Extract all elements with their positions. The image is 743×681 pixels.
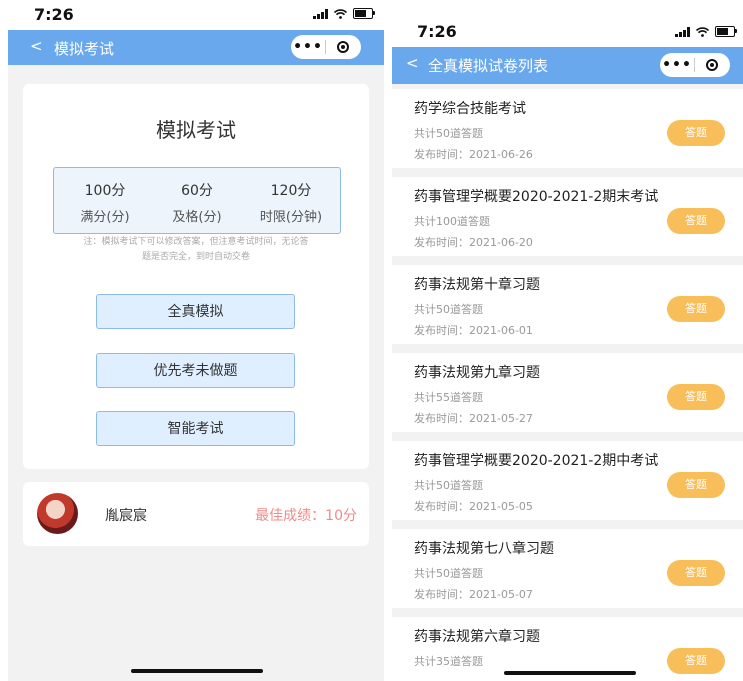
exam-item-count: 共计100道答题 [414, 215, 490, 228]
exam-note-line: 题是否完全，到时自动交卷 [141, 252, 250, 262]
exam-item-date: 发布时间：2021-05-27 [414, 412, 533, 425]
answer-button[interactable]: 答题 [667, 384, 725, 410]
battery-icon [715, 26, 737, 37]
left-screen: 7:26 < 模拟考试 ••• 模拟考试 100分 满分(分) 60分 及格(分… [8, 0, 384, 681]
wifi-icon [696, 26, 709, 37]
user-score-card: 胤宸宸 最佳成绩：10分 [23, 482, 369, 546]
exam-title: 模拟考试 [156, 118, 236, 142]
full-mock-button[interactable]: 全真模拟 [96, 294, 295, 329]
exam-item-count: 共计50道答题 [414, 127, 483, 140]
target-icon [706, 59, 718, 71]
exam-list-item[interactable]: 药学综合技能考试 共计50道答题 发布时间：2021-06-26 答题 [392, 89, 743, 168]
nav-bar: < 全真模拟试卷列表 ••• [392, 47, 743, 84]
exam-item-title: 药事法规第七八章习题 [414, 541, 554, 557]
exam-item-count: 共计50道答题 [414, 567, 483, 580]
exam-list-item[interactable]: 药事法规第十章习题 共计50道答题 发布时间：2021-06-01 答题 [392, 265, 743, 344]
smart-exam-button[interactable]: 智能考试 [96, 411, 295, 446]
close-button[interactable] [326, 41, 360, 53]
exam-item-count: 共计35道答题 [414, 655, 483, 668]
exam-item-date: 发布时间：2021-06-01 [414, 324, 533, 337]
exam-item-title: 药事法规第十章习题 [414, 277, 540, 293]
status-time: 7:26 [417, 22, 457, 41]
exam-list-item[interactable]: 药事管理学概要2020-2021-2期中考试 共计50道答题 发布时间：2021… [392, 441, 743, 520]
more-menu-button[interactable]: ••• [291, 35, 325, 59]
exam-item-title: 药事管理学概要2020-2021-2期中考试 [414, 453, 659, 469]
home-indicator [504, 671, 636, 675]
stat-label: 满分(分) [80, 210, 130, 225]
stat-full-score: 100分 满分(分) [60, 180, 150, 225]
stat-pass-score: 60分 及格(分) [152, 180, 242, 225]
stat-label: 及格(分) [172, 210, 222, 225]
nav-bar: < 模拟考试 ••• [8, 30, 384, 65]
exam-list-item[interactable]: 药事法规第七八章习题 共计50道答题 发布时间：2021-05-07 答题 [392, 529, 743, 608]
status-bar: 7:26 [8, 0, 384, 30]
exam-item-title: 药事法规第九章习题 [414, 365, 540, 381]
close-button[interactable] [695, 59, 729, 71]
unanswered-first-button[interactable]: 优先考未做题 [96, 353, 295, 388]
stat-value: 60分 [181, 183, 213, 199]
exam-item-title: 药学综合技能考试 [414, 101, 526, 117]
page-title: 模拟考试 [54, 40, 115, 58]
signal-icon [675, 26, 690, 37]
right-screen: 7:26 < 全真模拟试卷列表 ••• 药学综合技能考试 共计50道答题 发布时… [392, 0, 743, 681]
answer-button[interactable]: 答题 [667, 296, 725, 322]
answer-button[interactable]: 答题 [667, 560, 725, 586]
back-button[interactable]: < [30, 37, 43, 55]
exam-item-count: 共计50道答题 [414, 479, 483, 492]
stat-value: 120分 [270, 183, 312, 199]
exam-item-count: 共计50道答题 [414, 303, 483, 316]
exam-item-date: 发布时间：2021-05-05 [414, 500, 533, 513]
page-title: 全真模拟试卷列表 [428, 57, 549, 75]
mini-program-capsule: ••• [660, 53, 730, 77]
exam-item-date: 发布时间：2021-06-20 [414, 236, 533, 249]
target-icon [337, 41, 349, 53]
exam-list-item[interactable]: 药事法规第九章习题 共计55道答题 发布时间：2021-05-27 答题 [392, 353, 743, 432]
exam-list-item[interactable]: 药事管理学概要2020-2021-2期末考试 共计100道答题 发布时间：202… [392, 177, 743, 256]
stat-label: 时限(分钟) [259, 210, 323, 225]
answer-button[interactable]: 答题 [667, 120, 725, 146]
exam-item-title: 药事管理学概要2020-2021-2期末考试 [414, 189, 659, 205]
exam-item-date: 发布时间：2021-06-26 [414, 148, 533, 161]
exam-stats: 100分 满分(分) 60分 及格(分) 120分 时限(分钟) [53, 167, 341, 234]
battery-icon [353, 8, 375, 19]
best-score: 最佳成绩：10分 [255, 508, 357, 524]
exam-item-count: 共计55道答题 [414, 391, 483, 404]
signal-icon [313, 8, 328, 19]
mini-program-capsule: ••• [291, 35, 361, 59]
exam-item-date: 发布时间：2021-05-07 [414, 588, 533, 601]
answer-button[interactable]: 答题 [667, 472, 725, 498]
exam-info-card: 模拟考试 100分 满分(分) 60分 及格(分) 120分 时限(分钟) 注：… [23, 84, 369, 469]
back-button[interactable]: < [406, 54, 419, 72]
user-name: 胤宸宸 [105, 508, 147, 524]
more-menu-button[interactable]: ••• [660, 53, 694, 77]
status-icons [313, 8, 375, 19]
stat-value: 100分 [84, 183, 126, 199]
status-time: 7:26 [34, 5, 74, 24]
answer-button[interactable]: 答题 [667, 648, 725, 674]
answer-button[interactable]: 答题 [667, 208, 725, 234]
avatar [37, 493, 78, 534]
stat-time-limit: 120分 时限(分钟) [246, 180, 336, 225]
home-indicator [131, 669, 263, 673]
exam-note-line: 注：模拟考试下可以修改答案，但注意考试时间，无论答 [83, 237, 309, 247]
exam-item-title: 药事法规第六章习题 [414, 629, 540, 645]
exam-note: 注：模拟考试下可以修改答案，但注意考试时间，无论答 题是否完全，到时自动交卷 [53, 235, 339, 265]
status-icons [675, 26, 737, 37]
status-bar: 7:26 [392, 0, 743, 47]
wifi-icon [334, 8, 347, 19]
